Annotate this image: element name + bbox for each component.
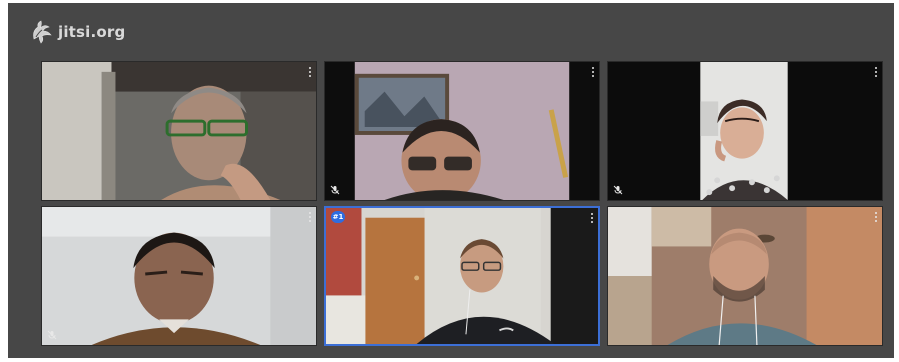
more-vertical-icon[interactable] xyxy=(308,67,312,77)
video-grid: #1 xyxy=(41,61,883,346)
participant-tile-5[interactable]: #1 xyxy=(324,206,600,346)
mic-muted-icon xyxy=(330,185,340,195)
mic-muted-icon xyxy=(47,330,57,340)
more-vertical-icon[interactable] xyxy=(591,67,595,77)
participant-tile-6[interactable] xyxy=(607,206,883,346)
participant-tile-2[interactable] xyxy=(324,61,600,201)
more-vertical-icon[interactable] xyxy=(874,67,878,77)
participant-count-badge: #1 xyxy=(331,211,345,223)
conference-window: jitsi.org #1 xyxy=(8,3,894,358)
more-vertical-icon[interactable] xyxy=(590,213,594,223)
mic-muted-icon xyxy=(613,185,623,195)
participant-tile-1[interactable] xyxy=(41,61,317,201)
more-vertical-icon[interactable] xyxy=(308,212,312,222)
more-vertical-icon[interactable] xyxy=(874,212,878,222)
participant-video-6 xyxy=(608,207,882,345)
participant-tile-3[interactable] xyxy=(607,61,883,201)
participant-video-4 xyxy=(42,207,316,345)
participant-video-1 xyxy=(42,62,316,200)
participant-tile-4[interactable] xyxy=(41,206,317,346)
participant-video-2 xyxy=(325,62,599,200)
participant-video-5 xyxy=(326,208,598,344)
jitsi-logo-icon xyxy=(30,19,54,45)
brand-watermark[interactable]: jitsi.org xyxy=(30,19,125,45)
brand-label: jitsi.org xyxy=(58,23,126,41)
participant-video-3 xyxy=(608,62,882,200)
